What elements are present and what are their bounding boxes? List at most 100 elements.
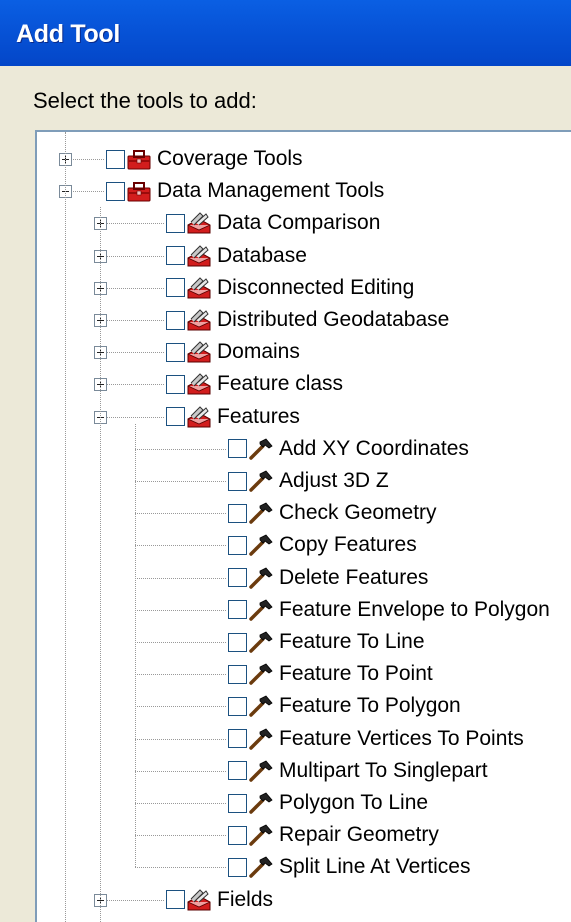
tree-item-checkbox[interactable] [106,149,125,169]
tree-item[interactable]: Coverage Tools [37,143,571,175]
tree-item[interactable]: Copy Features [37,529,571,561]
tree-item-checkbox[interactable] [166,342,185,362]
tree-item-label: Feature class [217,372,344,396]
tree-item-checkbox[interactable] [228,600,247,620]
tree-item[interactable]: Domains [37,336,571,368]
tree-item[interactable]: Disconnected Editing [37,272,571,304]
tree-item-checkbox[interactable] [166,374,185,394]
tree-item-checkbox[interactable] [228,793,247,813]
hammer-icon [249,856,273,879]
tree-item-label: Split Line At Vertices [279,855,471,879]
tree-item-checkbox[interactable] [106,181,125,201]
hammer-icon [249,760,273,782]
tree-item-checkbox[interactable] [166,310,185,330]
tree-item[interactable]: Database [37,240,571,272]
tree-item-checkbox[interactable] [228,696,247,716]
tree-item[interactable]: Fields [37,884,571,916]
tree-connector [100,255,164,257]
tree-connector [100,223,164,225]
tree-item-checkbox[interactable] [166,246,185,266]
tree-item-checkbox[interactable] [228,857,247,877]
tree-item-label: Repair Geometry [279,823,439,847]
tree-item-label: Add XY Coordinates [279,436,469,460]
tree-item-checkbox[interactable] [228,568,247,588]
tree-item-checkbox[interactable] [166,278,185,298]
tree-item[interactable]: Add XY Coordinates [37,433,571,465]
tree-item-checkbox[interactable] [228,825,247,845]
tree-item-label: Coverage Tools [157,147,303,171]
tree-item-label: Multipart To Singlepart [279,758,488,782]
hammer-icon [249,567,273,589]
tree-connector [135,448,226,450]
tree-item[interactable]: Feature class [37,368,571,400]
tree-item-checkbox[interactable] [166,407,185,427]
hammer-icon [249,728,273,750]
tree-connector [135,803,226,805]
tree-item[interactable]: Split Line At Vertices [37,851,571,883]
instruction-label: Select the tools to add: [33,88,257,113]
tree-item-label: Polygon To Line [279,791,429,815]
tree-item[interactable]: Polygon To Line [37,787,571,819]
hammer-icon [249,599,273,621]
tree-item[interactable]: Check Geometry [37,497,571,529]
tree-item-label: Disconnected Editing [217,275,415,299]
tree-connector [135,835,226,837]
tree-item-label: Feature To Line [279,630,425,654]
tree-item-checkbox[interactable] [228,761,247,781]
hammer-icon [249,792,273,814]
tree-connector [100,899,164,901]
tree-item-label: Feature To Point [279,662,433,686]
hammer-icon [249,824,273,847]
tree-item-checkbox[interactable] [228,439,247,459]
tree-connector [135,642,226,644]
tree-item-checkbox[interactable] [228,503,247,523]
tree-item[interactable]: Feature To Polygon [37,690,571,722]
tree-item[interactable]: Data Management Tools [37,175,571,207]
hammer-icon [249,631,273,653]
toolbox-icon [127,150,151,170]
tree-item-label: Feature Envelope to Polygon [279,597,550,621]
tree-item[interactable]: Adjust 3D Z [37,465,571,497]
tree-item-checkbox[interactable] [228,664,247,684]
tool-tree[interactable]: Coverage Tools Data Management Tools Data … [35,130,571,922]
tree-item[interactable]: Feature Envelope to Polygon [37,594,571,626]
toolset-icon [187,244,211,267]
tree-guide-line [135,423,136,868]
title-bar[interactable]: Add Tool [0,0,571,66]
tree-item-checkbox[interactable] [166,890,185,910]
tree-item[interactable]: Distributed Geodatabase [37,304,571,336]
toolset-icon [187,309,211,331]
tree-item[interactable]: Features [37,401,571,433]
tree-item[interactable]: Feature To Point [37,658,571,690]
tree-item-checkbox[interactable] [228,632,247,652]
toolset-icon [187,888,211,911]
tree-item[interactable]: Data Comparison [37,207,571,239]
tree-item-checkbox[interactable] [228,729,247,749]
tree-item-checkbox[interactable] [228,535,247,555]
tree-connector [135,770,226,772]
tree-guide-line [100,207,101,922]
tree-item-checkbox[interactable] [228,471,247,491]
hammer-icon [249,470,273,492]
tree-item[interactable]: Delete Features [37,562,571,594]
window-title: Add Tool [16,20,121,48]
tree-connector [100,320,164,322]
tree-item-label: Feature To Polygon [279,694,461,718]
toolset-icon [187,212,211,234]
hammer-icon [249,534,273,557]
tree-connector [135,577,226,579]
tree-connector [100,287,164,289]
tree-item-checkbox[interactable] [166,213,185,233]
tree-item[interactable]: Multipart To Singlepart [37,755,571,787]
tree-item[interactable]: Repair Geometry [37,819,571,851]
hammer-icon [249,438,273,460]
tree-item-label: Feature Vertices To Points [279,726,524,750]
tree-connector [135,513,226,515]
tree-item[interactable]: Feature Vertices To Points [37,723,571,755]
toolset-icon [187,277,211,299]
hammer-icon [249,502,273,525]
tree-connector [135,609,226,611]
hammer-icon [249,695,273,718]
tree-item[interactable]: Feature To Line [37,626,571,658]
tree-connector [135,481,226,483]
